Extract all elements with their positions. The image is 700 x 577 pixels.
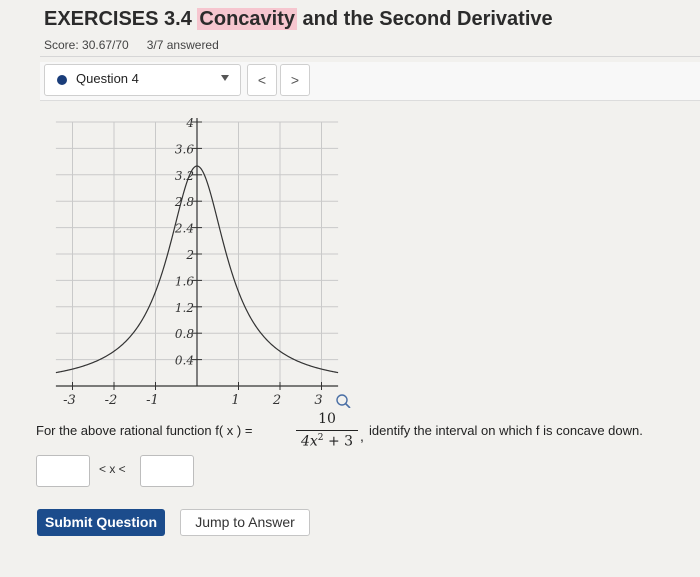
dropdown-caret-icon <box>221 75 229 81</box>
x-tick-label-1: -2 <box>105 393 118 408</box>
x-tick-label-3: 1 <box>231 393 239 408</box>
y-tick-label-3: 2.8 <box>174 195 194 209</box>
y-tick-label-5: 2 <box>185 248 194 262</box>
tick-labels: 43.63.22.82.421.61.20.80.4-3 -2 -1 1 2 3 <box>63 116 322 408</box>
score-text: Score: 30.67/70 <box>44 38 129 52</box>
magnify-icon[interactable] <box>336 394 351 408</box>
question-select-label: Question 4 <box>76 71 139 86</box>
problem-question: identify the interval on which f is conc… <box>369 423 643 438</box>
y-tick-label-4: 2.4 <box>174 222 194 236</box>
lower-bound-input[interactable] <box>36 455 90 487</box>
jump-to-answer-button[interactable]: Jump to Answer <box>180 509 310 536</box>
function-graph: 43.63.22.82.421.61.20.80.4-3 -2 -1 1 2 3 <box>55 116 351 408</box>
function-fraction: 10 4x2 + 3 <box>296 411 358 450</box>
header-divider <box>40 56 700 57</box>
question-status-dot-icon <box>57 75 67 85</box>
inequality-text: < x < <box>99 462 126 476</box>
x-tick-label-4: 2 <box>272 393 281 408</box>
score-line: Score: 30.67/70 3/7 answered <box>44 38 219 52</box>
problem-prompt: For the above rational function f( x ) = <box>36 423 253 438</box>
title-highlight: Concavity <box>197 8 297 30</box>
y-tick-label-0: 4 <box>185 116 194 130</box>
y-tick-label-6: 1.6 <box>175 274 194 288</box>
answered-count: 3/7 answered <box>146 38 219 52</box>
y-tick-label-8: 0.8 <box>175 327 194 341</box>
submit-question-button[interactable]: Submit Question <box>37 509 165 536</box>
next-question-button[interactable]: > <box>280 64 310 96</box>
upper-bound-input[interactable] <box>140 455 194 487</box>
y-tick-label-7: 1.2 <box>175 301 194 315</box>
y-tick-label-9: 0.4 <box>175 354 194 368</box>
fraction-numerator: 10 <box>318 411 336 427</box>
y-tick-label-1: 3.6 <box>175 142 194 156</box>
page-title: EXERCISES 3.4 Concavity and the Second D… <box>44 8 553 30</box>
fraction-denominator: 4x2 + 3 <box>300 433 354 450</box>
fraction-comma: , <box>360 428 364 444</box>
x-tick-label-5: 3 <box>314 393 322 408</box>
question-select[interactable] <box>44 64 241 96</box>
prev-question-button[interactable]: < <box>247 64 277 96</box>
x-tick-label-2: -1 <box>146 393 159 408</box>
x-tick-label-0: -3 <box>63 393 76 408</box>
